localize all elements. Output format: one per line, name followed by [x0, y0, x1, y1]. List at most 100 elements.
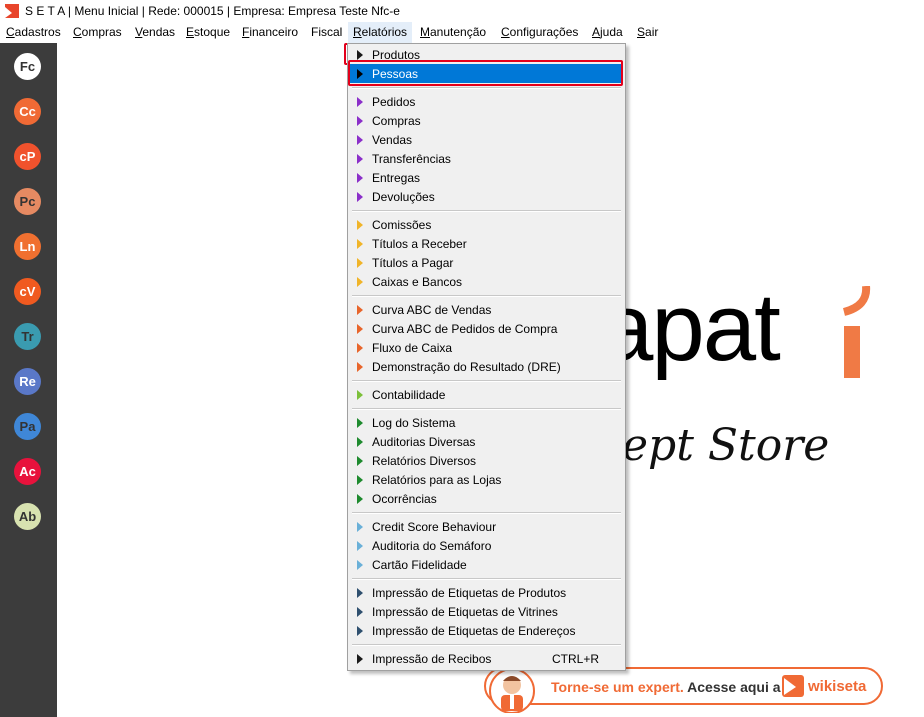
menu-item-curva-abc-vendas[interactable]: Curva ABC de Vendas	[350, 300, 623, 319]
menu-item-impressao-recibos[interactable]: Impressão de Recibos CTRL+R	[350, 649, 623, 668]
sidebar-button-label: Pc	[19, 194, 36, 209]
submenu-arrow-icon	[357, 654, 363, 664]
menu-item-entregas[interactable]: Entregas	[350, 168, 623, 187]
menu-item-label: Títulos a Receber	[372, 237, 467, 251]
submenu-arrow-icon	[357, 437, 363, 447]
menu-item-caixas-bancos[interactable]: Caixas e Bancos	[350, 272, 623, 291]
sidebar-button-re[interactable]: Re	[14, 368, 41, 395]
sidebar-button-ac[interactable]: Ac	[14, 458, 41, 485]
menu-separator	[352, 87, 621, 89]
submenu-arrow-icon	[357, 494, 363, 504]
menu-item-label: Impressão de Etiquetas de Endereços	[372, 624, 576, 638]
menu-item-label: Curva ABC de Pedidos de Compra	[372, 322, 558, 336]
menu-item-curva-abc-compra[interactable]: Curva ABC de Pedidos de Compra	[350, 319, 623, 338]
menu-item-transferencias[interactable]: Transferências	[350, 149, 623, 168]
menu-compras[interactable]: Compras	[73, 22, 122, 43]
menu-item-vendas[interactable]: Vendas	[350, 130, 623, 149]
menu-separator	[352, 408, 621, 410]
title-bar: S E T A | Menu Inicial | Rede: 000015 | …	[0, 0, 924, 22]
submenu-arrow-icon	[357, 390, 363, 400]
menu-item-label: Impressão de Recibos	[372, 652, 492, 666]
menu-item-label: Entregas	[372, 171, 421, 185]
menu-item-contabilidade[interactable]: Contabilidade	[350, 385, 623, 404]
sidebar-button-tr[interactable]: Tr	[14, 323, 41, 350]
sidebar: Fc Cc cP Pc Ln cV Tr Re Pa Ac Ab	[0, 43, 57, 717]
sidebar-button-pa[interactable]: Pa	[14, 413, 41, 440]
menu-vendas[interactable]: Vendas	[135, 22, 175, 43]
menu-relatorios[interactable]: Relatórios	[348, 22, 413, 43]
wikiseta-cta: Torne-se um expert. Acesse aqui a	[551, 679, 781, 695]
menu-item-comissoes[interactable]: Comissões	[350, 215, 623, 234]
brand-logo: apat ept Store	[600, 260, 924, 490]
menu-manutencao[interactable]: Manutenção	[420, 22, 486, 43]
menu-item-etiquetas-produtos[interactable]: Impressão de Etiquetas de Produtos	[350, 583, 623, 602]
submenu-arrow-icon	[357, 560, 363, 570]
menu-estoque[interactable]: Estoque	[186, 22, 230, 43]
submenu-arrow-icon	[357, 116, 363, 126]
menu-financeiro[interactable]: Financeiro	[242, 22, 298, 43]
submenu-arrow-icon	[357, 588, 363, 598]
menu-item-ocorrencias[interactable]: Ocorrências	[350, 489, 623, 508]
menu-item-label: Ocorrências	[372, 492, 437, 506]
menu-item-compras[interactable]: Compras	[350, 111, 623, 130]
cta-dark-text: Acesse aqui a	[687, 679, 781, 695]
menu-ajuda[interactable]: Ajuda	[592, 22, 623, 43]
menu-item-label: Credit Score Behaviour	[372, 520, 497, 534]
sidebar-button-label: Pa	[19, 419, 36, 434]
relatorios-dropdown: Produtos Pessoas Pedidos Compras Vendas …	[347, 43, 626, 671]
wikiseta-logo-icon	[782, 675, 804, 697]
menu-item-dre[interactable]: Demonstração do Resultado (DRE)	[350, 357, 623, 376]
sidebar-button-cp[interactable]: cP	[14, 143, 41, 170]
submenu-arrow-icon	[357, 522, 363, 532]
menu-item-label: Comissões	[372, 218, 432, 232]
sidebar-button-cv[interactable]: cV	[14, 278, 41, 305]
menu-item-fluxo-caixa[interactable]: Fluxo de Caixa	[350, 338, 623, 357]
sidebar-button-cc[interactable]: Cc	[14, 98, 41, 125]
menu-separator	[352, 380, 621, 382]
menu-item-credit-score[interactable]: Credit Score Behaviour	[350, 517, 623, 536]
menu-item-pedidos[interactable]: Pedidos	[350, 92, 623, 111]
sidebar-button-ab[interactable]: Ab	[14, 503, 41, 530]
menu-item-label: Auditorias Diversas	[372, 435, 476, 449]
menu-item-etiquetas-enderecos[interactable]: Impressão de Etiquetas de Endereços	[350, 621, 623, 640]
sidebar-button-ln[interactable]: Ln	[14, 233, 41, 260]
submenu-arrow-icon	[357, 324, 363, 334]
menu-item-relatorios-diversos[interactable]: Relatórios Diversos	[350, 451, 623, 470]
menu-item-relatorios-lojas[interactable]: Relatórios para as Lojas	[350, 470, 623, 489]
submenu-arrow-icon	[357, 343, 363, 353]
menu-configuracoes[interactable]: Configurações	[501, 22, 578, 43]
sidebar-button-label: Ac	[19, 464, 36, 479]
menu-item-label: Compras	[372, 114, 421, 128]
menu-cadastros[interactable]: Cadastros	[6, 22, 61, 43]
menu-item-shortcut: CTRL+R	[551, 652, 599, 666]
menu-item-etiquetas-vitrines[interactable]: Impressão de Etiquetas de Vitrines	[350, 602, 623, 621]
menu-item-label: Impressão de Etiquetas de Produtos	[372, 586, 567, 600]
wikiseta-banner[interactable]: Torne-se um expert. Acesse aqui a wikise…	[484, 667, 883, 713]
app-window: S E T A | Menu Inicial | Rede: 000015 | …	[0, 0, 924, 717]
submenu-arrow-icon	[357, 456, 363, 466]
sidebar-button-label: cV	[19, 284, 36, 299]
menu-item-titulos-pagar[interactable]: Títulos a Pagar	[350, 253, 623, 272]
brand-accent-icon	[842, 286, 871, 378]
submenu-arrow-icon	[357, 239, 363, 249]
pessoas-highlight-box	[348, 60, 623, 86]
menu-item-auditoria-semaforo[interactable]: Auditoria do Semáforo	[350, 536, 623, 555]
menu-item-devolucoes[interactable]: Devoluções	[350, 187, 623, 206]
sidebar-button-label: Cc	[19, 104, 36, 119]
menu-sair[interactable]: Sair	[637, 22, 658, 43]
sidebar-button-fc[interactable]: Fc	[14, 53, 41, 80]
menu-fiscal[interactable]: Fiscal	[311, 22, 342, 43]
menu-item-titulos-receber[interactable]: Títulos a Receber	[350, 234, 623, 253]
window-title: S E T A | Menu Inicial | Rede: 000015 | …	[25, 4, 400, 18]
menu-item-cartao-fidelidade[interactable]: Cartão Fidelidade	[350, 555, 623, 574]
submenu-arrow-icon	[357, 362, 363, 372]
submenu-arrow-icon	[357, 97, 363, 107]
submenu-arrow-icon	[357, 258, 363, 268]
sidebar-button-pc[interactable]: Pc	[14, 188, 41, 215]
menu-item-label: Transferências	[372, 152, 451, 166]
menu-item-log-sistema[interactable]: Log do Sistema	[350, 413, 623, 432]
sidebar-button-label: Fc	[19, 59, 36, 74]
brand-tagline: ept Store	[622, 420, 830, 471]
menu-item-auditorias-diversas[interactable]: Auditorias Diversas	[350, 432, 623, 451]
cta-orange-text: Torne-se um expert.	[551, 679, 684, 695]
